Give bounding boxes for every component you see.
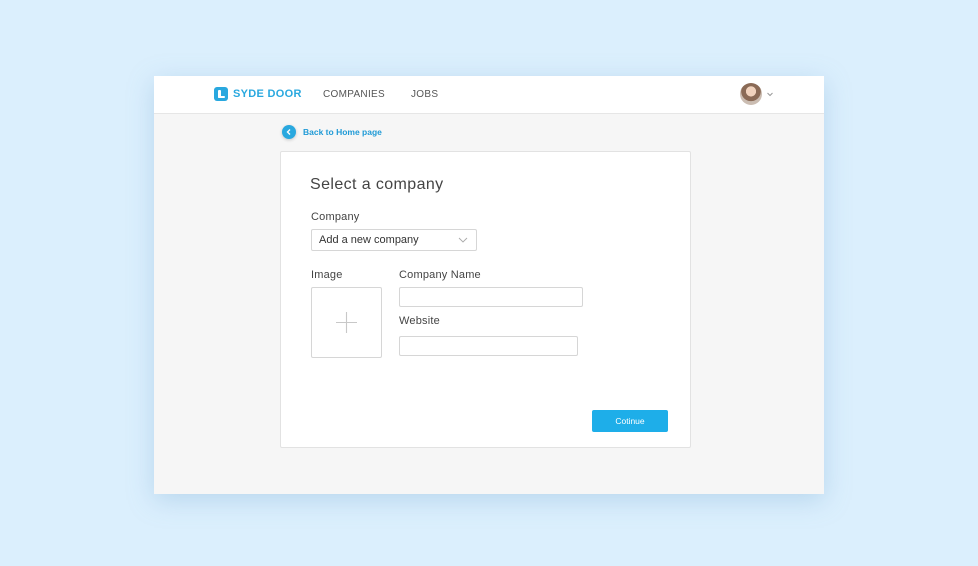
website-label: Website [399, 315, 440, 327]
back-link-label[interactable]: Back to Home page [303, 127, 382, 137]
company-select-value: Add a new company [319, 234, 419, 246]
plus-icon [336, 312, 357, 333]
brand-logo-icon [214, 87, 228, 101]
image-upload-box[interactable] [311, 287, 382, 358]
image-label: Image [311, 269, 343, 281]
continue-button[interactable]: Cotinue [592, 410, 668, 432]
page-title: Select a company [310, 176, 444, 193]
company-select[interactable]: Add a new company [311, 229, 477, 251]
nav-link-jobs[interactable]: JOBS [411, 89, 438, 100]
company-label: Company [311, 211, 360, 223]
top-navbar: SYDE DOOR COMPANIES JOBS [154, 76, 824, 114]
back-to-home-link[interactable]: Back to Home page [282, 125, 382, 139]
company-name-label: Company Name [399, 269, 481, 281]
chevron-down-icon [458, 237, 468, 243]
user-avatar[interactable] [740, 83, 762, 105]
nav-link-companies[interactable]: COMPANIES [323, 89, 385, 100]
company-name-input[interactable] [399, 287, 583, 307]
user-menu[interactable] [740, 83, 774, 105]
website-input[interactable] [399, 336, 578, 356]
chevron-down-icon[interactable] [766, 90, 774, 98]
brand-logo[interactable]: SYDE DOOR [214, 87, 302, 101]
select-company-card: Select a company Company Add a new compa… [280, 151, 691, 448]
chevron-left-icon[interactable] [282, 125, 296, 139]
brand-name: SYDE DOOR [233, 88, 302, 100]
app-window: SYDE DOOR COMPANIES JOBS Back to Home pa… [154, 76, 824, 494]
